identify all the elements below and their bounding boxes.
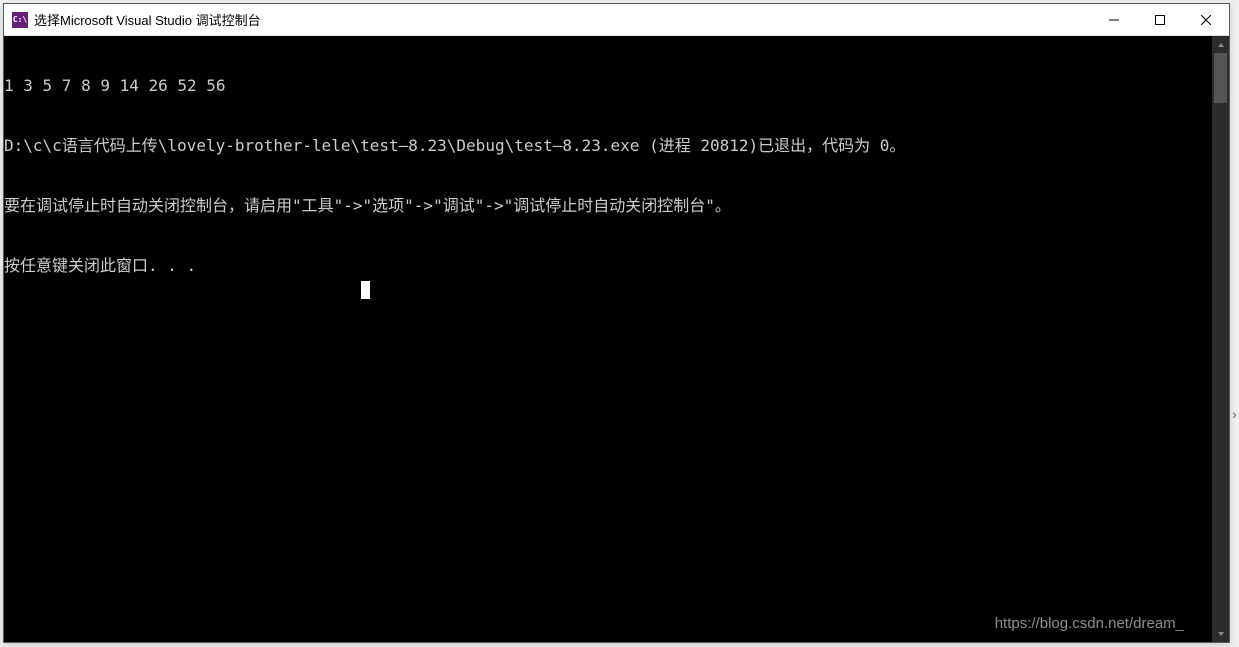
scrollbar-thumb[interactable] bbox=[1214, 53, 1227, 103]
minimize-button[interactable] bbox=[1091, 4, 1137, 35]
close-icon bbox=[1201, 15, 1211, 25]
console-line: D:\c\c语言代码上传\lovely-brother-lele\test—8.… bbox=[4, 136, 1212, 156]
app-icon: C:\ bbox=[12, 12, 28, 28]
close-button[interactable] bbox=[1183, 4, 1229, 35]
maximize-button[interactable] bbox=[1137, 4, 1183, 35]
console-line: 1 3 5 7 8 9 14 26 52 56 bbox=[4, 76, 1212, 96]
watermark-text: https://blog.csdn.net/dream_ bbox=[995, 614, 1184, 634]
scrollbar-down-button[interactable] bbox=[1212, 625, 1229, 642]
vertical-scrollbar[interactable] bbox=[1212, 36, 1229, 642]
text-cursor bbox=[361, 281, 370, 299]
window-title: 选择Microsoft Visual Studio 调试控制台 bbox=[34, 10, 1091, 29]
side-chevron-icon: › bbox=[1230, 405, 1239, 423]
console-line: 要在调试停止时自动关闭控制台，请启用"工具"->"选项"->"调试"->"调试停… bbox=[4, 196, 1212, 216]
chevron-up-icon bbox=[1217, 41, 1225, 49]
titlebar[interactable]: C:\ 选择Microsoft Visual Studio 调试控制台 bbox=[4, 4, 1229, 36]
maximize-icon bbox=[1155, 15, 1165, 25]
minimize-icon bbox=[1109, 15, 1119, 25]
console-window: C:\ 选择Microsoft Visual Studio 调试控制台 1 3 … bbox=[3, 3, 1230, 643]
window-controls bbox=[1091, 4, 1229, 35]
chevron-down-icon bbox=[1217, 630, 1225, 638]
console-output[interactable]: 1 3 5 7 8 9 14 26 52 56 D:\c\c语言代码上传\lov… bbox=[4, 36, 1212, 642]
scrollbar-up-button[interactable] bbox=[1212, 36, 1229, 53]
console-wrapper: 1 3 5 7 8 9 14 26 52 56 D:\c\c语言代码上传\lov… bbox=[4, 36, 1229, 642]
console-line: 按任意键关闭此窗口. . . bbox=[4, 256, 1212, 276]
